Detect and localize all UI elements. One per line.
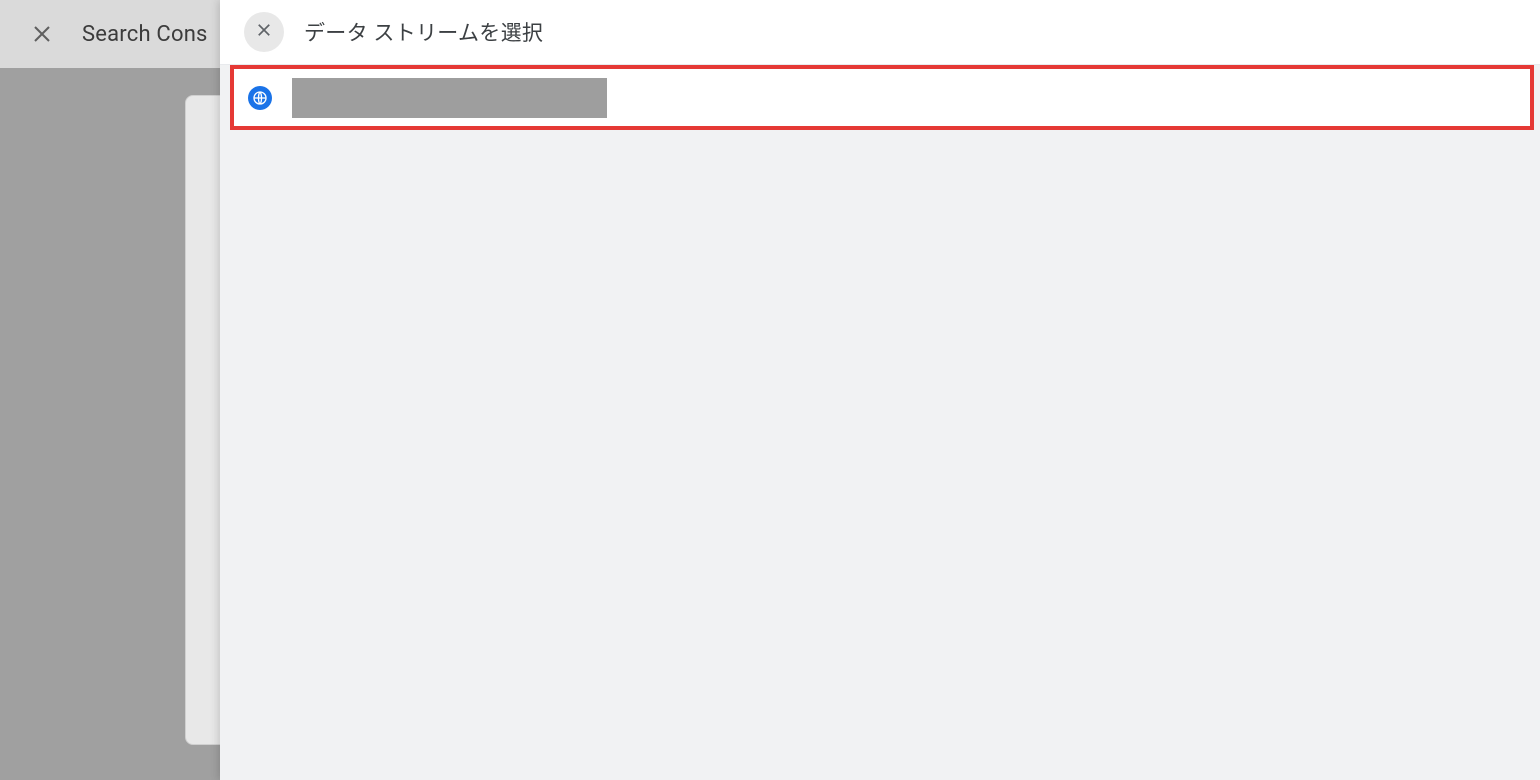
web-icon: [248, 86, 272, 110]
close-icon[interactable]: [30, 22, 54, 46]
background-title: Search Cons: [82, 22, 208, 47]
panel-title: データ ストリームを選択: [304, 17, 543, 47]
panel-header: データ ストリームを選択: [220, 0, 1540, 65]
data-stream-panel: データ ストリームを選択: [220, 0, 1540, 780]
data-stream-row[interactable]: [230, 65, 1534, 130]
close-button[interactable]: [244, 12, 284, 52]
close-icon: [255, 21, 273, 43]
stream-name-redacted: [292, 78, 607, 118]
